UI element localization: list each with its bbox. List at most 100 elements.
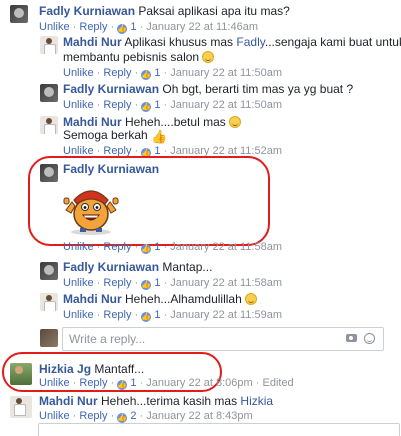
author-name[interactable]: Mahdi Nur [63,292,122,306]
timestamp[interactable]: January 22 at 11:46am [146,21,258,33]
comment-actions: Unlike · Reply · 👍 1 · January 22 at 11:… [63,309,282,322]
comment-line: Fadly Kurniawan Mantap... [63,260,212,275]
author-name[interactable]: Hizkia Jg [39,362,91,376]
avatar[interactable] [40,293,58,311]
avatar[interactable] [10,5,28,23]
comment-line: Fadly Kurniawan Oh bgt, berarti tim mas … [63,82,353,97]
author-name[interactable]: Mahdi Nur [63,115,122,129]
mention-link[interactable]: Fadly [236,35,264,49]
like-badge-icon[interactable]: 👍 [117,380,128,390]
comment-actions: Unlike · Reply · 👍 1 · January 22 at 11:… [39,21,258,34]
like-count[interactable]: 1 [154,67,160,79]
timestamp[interactable]: January 22 at 8:43pm [146,410,252,422]
comment-actions: Unlike · Reply · 👍 1 · January 22 at 11:… [63,67,282,80]
smile-emoji-icon [245,293,258,305]
like-badge-icon[interactable]: 👍 [141,312,152,322]
comment-line: Mahdi Nur Heheh...terima kasih mas Hizki… [39,394,273,409]
comment-text: Paksai aplikasi apa itu mas? [138,4,290,18]
avatar[interactable] [10,396,32,418]
reply-link[interactable]: Reply [79,21,107,33]
comment-line: Hizkia Jg Mantaff... [39,362,144,377]
comment-line: Fadly Kurniawan [63,162,159,177]
thumbs-up-emoji-icon: 👍 [151,129,168,144]
comment-actions: Unlike · Reply · 👍 1 · January 22 at 11:… [63,99,282,112]
like-count[interactable]: 1 [154,241,160,253]
comment-line: Mahdi Nur Heheh...Alhamdulillah [63,292,258,307]
timestamp[interactable]: January 22 at 11:50am [170,67,282,79]
camera-icon[interactable] [346,334,357,342]
avatar[interactable] [40,262,58,280]
timestamp[interactable]: January 22 at 11:50am [170,99,282,111]
comment-text: ...sengaja kami buat untuk [264,35,401,49]
like-count[interactable]: 1 [154,277,160,289]
comment-text: Mantaff... [94,362,145,376]
reply-link[interactable]: Reply [103,99,131,111]
comment-line: Semoga berkah 👍 [63,128,167,144]
avatar[interactable] [40,84,58,102]
like-count[interactable]: 1 [154,99,160,111]
smile-emoji-icon [202,51,215,63]
edited-label[interactable]: Edited [262,377,293,389]
timestamp[interactable]: January 22 at 11:58am [170,241,282,253]
reply-link[interactable]: Reply [103,67,131,79]
reply-link[interactable]: Reply [103,241,131,253]
reply-link[interactable]: Reply [79,377,107,389]
author-name[interactable]: Mahdi Nur [63,35,122,49]
like-badge-icon[interactable]: 👍 [117,24,128,34]
reply-link[interactable]: Reply [103,309,131,321]
comment-actions: Unlike · Reply · 👍 1 · January 22 at 11:… [63,241,282,254]
comment-actions: Unlike · Reply · 👍 1 · January 22 at 8:0… [39,377,294,390]
avatar[interactable] [40,116,58,134]
comment-text: membantu pebisnis salon [63,50,200,64]
reply-input[interactable] [69,331,319,346]
comment-text: Semoga berkah [63,128,148,142]
like-badge-icon[interactable]: 👍 [141,244,152,254]
author-name[interactable]: Fadly Kurniawan [39,4,135,18]
like-count[interactable]: 1 [130,377,136,389]
comment-text: Oh bgt, berarti tim mas ya yg buat ? [162,82,354,96]
unlike-link[interactable]: Unlike [63,277,94,289]
reply-link[interactable]: Reply [103,277,131,289]
avatar[interactable] [40,36,58,54]
comment-actions: Unlike · Reply · 👍 2 · January 22 at 8:4… [39,410,253,423]
author-name[interactable]: Fadly Kurniawan [63,82,159,96]
like-count[interactable]: 2 [130,410,136,422]
like-badge-icon[interactable]: 👍 [141,70,152,80]
smile-emoji-icon [229,116,242,128]
author-name[interactable]: Mahdi Nur [39,394,98,408]
unlike-link[interactable]: Unlike [63,99,94,111]
timestamp[interactable]: January 22 at 11:58am [170,277,282,289]
comment-text: Mantap... [162,260,213,274]
comment-line: Fadly Kurniawan Paksai aplikasi apa itu … [39,4,290,19]
unlike-link[interactable]: Unlike [39,377,70,389]
like-count[interactable]: 1 [154,309,160,321]
avatar[interactable] [40,164,58,182]
avatar [40,329,58,347]
author-name[interactable]: Fadly Kurniawan [63,162,159,176]
like-badge-icon[interactable]: 👍 [141,102,152,112]
unlike-link[interactable]: Unlike [63,67,94,79]
timestamp[interactable]: January 22 at 11:59am [170,309,282,321]
comment-line: membantu pebisnis salon [63,50,215,65]
unlike-link[interactable]: Unlike [39,410,70,422]
timestamp[interactable]: January 22 at 8:06pm [146,377,252,389]
comment-actions: Unlike · Reply · 👍 1 · January 22 at 11:… [63,277,282,290]
comment-text: Aplikasi khusus mas [124,35,234,49]
unlike-link[interactable]: Unlike [39,21,70,33]
unlike-link[interactable]: Unlike [63,309,94,321]
like-badge-icon[interactable]: 👍 [117,413,128,423]
avatar[interactable] [10,363,32,385]
comment-line: Mahdi Nur Aplikasi khusus mas Fadly...se… [63,35,401,50]
author-name[interactable]: Fadly Kurniawan [63,260,159,274]
like-count[interactable]: 1 [130,21,136,33]
emoji-icon[interactable] [364,333,375,344]
reply-box[interactable] [62,327,384,351]
reply-link[interactable]: Reply [79,410,107,422]
like-badge-icon[interactable]: 👍 [141,280,152,290]
cartoon-sticker [63,190,119,235]
unlike-link[interactable]: Unlike [63,241,94,253]
comment-text: Heheh....betul mas [125,115,226,129]
comment-text: Heheh...terima kasih mas [101,394,238,408]
mention-link[interactable]: Hizkia [240,394,273,408]
comment-text: Heheh...Alhamdulillah [125,292,242,306]
